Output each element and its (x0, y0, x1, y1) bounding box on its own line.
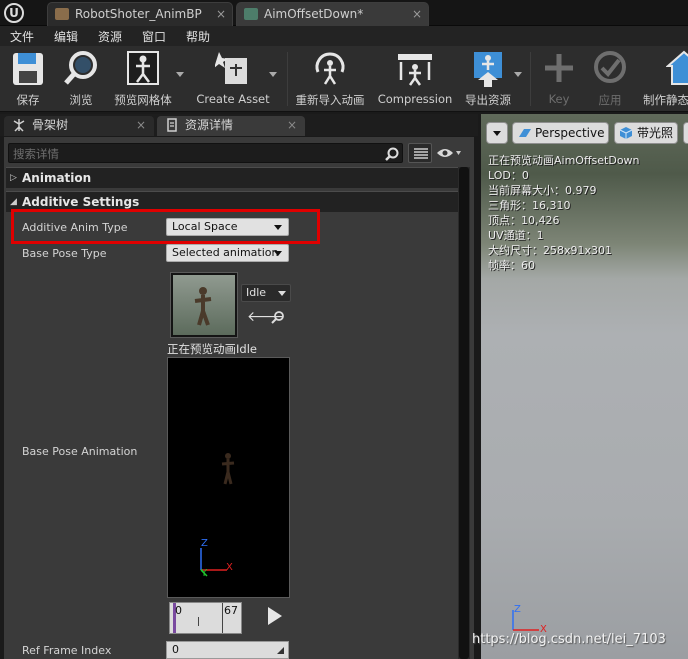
base-pose-type-label: Base Pose Type (22, 247, 107, 260)
export-asset-button[interactable]: 导出资源 (461, 50, 515, 108)
reimport-animation-icon (312, 50, 348, 88)
tab-label: AimOffsetDown* (264, 7, 364, 21)
compression-icon (397, 50, 433, 88)
base-pose-preview-viewport[interactable]: Z Y X (167, 357, 290, 598)
chevron-down-icon (493, 131, 501, 136)
ref-frame-index-field[interactable]: 0 (166, 641, 289, 659)
toolbar-separator (530, 52, 531, 106)
tab-robotshoter-animbp[interactable]: RobotShoter_AnimBP × (47, 2, 233, 26)
key-plus-icon (541, 50, 577, 88)
toolbar: 保存 浏览 预览网格体 Create Asset 重新导入动画 Compress… (0, 46, 688, 112)
tab-aimoffsetdown[interactable]: AimOffsetDown* × (236, 2, 429, 26)
menu-bar: 文件 编辑 资源 窗口 帮助 (0, 26, 688, 46)
panel-tab-bar: 骨架树 × 资源详情 × (0, 114, 478, 136)
menu-asset[interactable]: 资源 (98, 28, 122, 45)
uv-channels-stat: UV通道：1 (488, 229, 544, 242)
lighting-mode-button[interactable]: 带光照 (614, 122, 678, 144)
highlight-annotation-box (11, 209, 320, 244)
create-asset-button[interactable]: Create Asset (194, 50, 272, 106)
watermark-text: https://blog.csdn.net/lei_7103 (472, 632, 666, 647)
category-animation[interactable]: ▷ Animation (6, 167, 458, 188)
search-icon[interactable] (385, 146, 399, 165)
toolbar-separator (287, 52, 288, 106)
base-pose-asset-combo[interactable]: Idle (241, 284, 291, 302)
skeleton-tree-icon (12, 118, 26, 137)
preview-mesh-button[interactable]: 预览网格体 (110, 50, 176, 108)
thumbnail-scene (173, 275, 235, 335)
lod-stat: LOD：0 (488, 169, 529, 182)
browse-button[interactable]: 浏览 (56, 50, 106, 108)
compression-button[interactable]: Compression (376, 50, 454, 106)
menu-file[interactable]: 文件 (10, 28, 34, 45)
perspective-button[interactable]: Perspective (512, 122, 609, 144)
perspective-icon (519, 129, 531, 137)
scrub-end-marker (222, 603, 223, 633)
animation-viewport[interactable]: Perspective 带光照 正在预览动画AimOffsetDown LOD：… (481, 114, 688, 659)
viewport-more-button[interactable] (683, 122, 688, 144)
preview-mesh-icon (125, 50, 161, 88)
browse-asset-search-icon[interactable] (271, 309, 285, 328)
preview-character (221, 453, 235, 485)
tab-asset-details[interactable]: 资源详情 × (157, 116, 305, 136)
make-static-icon (665, 50, 688, 88)
menu-help[interactable]: 帮助 (186, 28, 210, 45)
scrollbar-thumb[interactable] (459, 167, 469, 659)
scrub-tick (198, 617, 199, 626)
close-icon[interactable]: × (136, 116, 146, 134)
base-pose-animation-label: Base Pose Animation (22, 445, 138, 458)
chevron-down-icon (274, 251, 282, 256)
base-pose-asset-thumbnail[interactable] (170, 272, 238, 338)
reimport-animation-button[interactable]: 重新导入动画 (292, 50, 368, 108)
asset-details-icon (165, 118, 179, 137)
details-scrollbar[interactable] (458, 167, 470, 659)
eye-icon (437, 149, 461, 157)
browse-icon (63, 50, 99, 88)
save-icon (10, 50, 46, 88)
unreal-logo: U (4, 3, 24, 23)
viewport-options-button[interactable] (486, 122, 508, 144)
ref-frame-index-label: Ref Frame Index (22, 644, 112, 657)
chevron-down-icon[interactable] (514, 72, 522, 77)
tab-label: RobotShoter_AnimBP (75, 7, 202, 21)
close-icon[interactable]: × (412, 3, 422, 25)
screen-size-stat: 当前屏幕大小：0.979 (488, 184, 597, 197)
tab-skeleton-tree[interactable]: 骨架树 × (4, 116, 154, 136)
vertices-stat: 顶点：10,426 (488, 214, 560, 227)
chevron-down-icon[interactable] (176, 72, 184, 77)
preview-status: 正在预览动画AimOffsetDown (488, 154, 640, 167)
lit-cube-icon (619, 127, 633, 139)
create-asset-icon (214, 50, 251, 88)
close-icon[interactable]: × (216, 3, 226, 25)
play-button[interactable] (266, 606, 284, 630)
make-static-button[interactable]: 制作静态 (640, 50, 688, 108)
chevron-right-icon: ▷ (10, 173, 17, 183)
animation-sequence-icon (244, 8, 258, 20)
character-silhouette-icon (194, 287, 212, 326)
chevron-down-icon (278, 291, 286, 296)
save-button[interactable]: 保存 (5, 50, 51, 108)
close-icon[interactable]: × (287, 116, 297, 134)
triangles-stat: 三角形：16,310 (488, 199, 571, 212)
axis-z-label: Z (514, 604, 521, 615)
play-icon (268, 607, 282, 625)
visibility-filter-button[interactable] (436, 145, 462, 161)
view-options-button[interactable] (408, 143, 432, 163)
resize-handle-icon (277, 647, 284, 654)
base-pose-type-combo[interactable]: Selected animation (166, 244, 289, 262)
framerate-stat: 帧率：60 (488, 259, 535, 272)
title-bar: U RobotShoter_AnimBP × AimOffsetDown* × (0, 0, 688, 26)
chevron-down-icon[interactable] (269, 72, 277, 77)
list-view-icon (414, 148, 428, 159)
menu-window[interactable]: 窗口 (142, 28, 166, 45)
search-details-input[interactable]: 搜索详情 (8, 143, 403, 163)
menu-edit[interactable]: 编辑 (54, 28, 78, 45)
apply-button[interactable]: 应用 (589, 50, 631, 108)
key-button[interactable]: Key (538, 50, 580, 106)
export-asset-icon (470, 50, 506, 88)
approx-size-stat: 大约尺寸：258x91x301 (488, 244, 613, 257)
apply-icon (592, 50, 628, 88)
preview-caption: 正在预览动画Idle (167, 342, 257, 356)
preview-scrub-bar[interactable]: 0 67 (169, 602, 242, 634)
anim-blueprint-icon (55, 8, 69, 20)
